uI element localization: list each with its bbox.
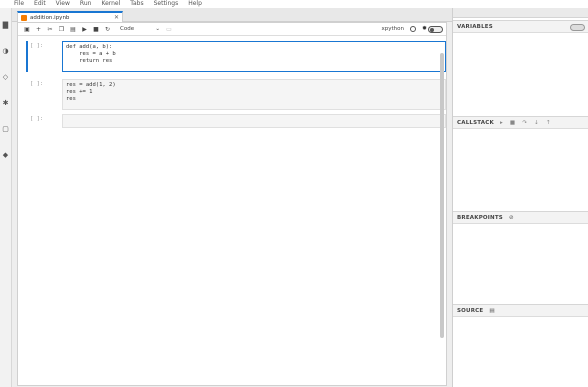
menu-run[interactable]: Run xyxy=(80,0,92,8)
remove-breakpoints-icon[interactable]: ⊘ xyxy=(509,215,514,221)
code-editor[interactable]: res = add(1, 2) res += 1 res xyxy=(62,79,446,110)
chevron-down-icon: ⌄ xyxy=(155,26,160,32)
close-icon[interactable]: ✕ xyxy=(114,14,119,21)
source-header: SOURCE ▤ xyxy=(453,305,588,317)
terminate-icon[interactable]: ■ xyxy=(510,120,515,126)
cell-type-select[interactable]: Code ⌄ xyxy=(118,25,162,34)
code-cell[interactable]: [ ]: res = add(1, 2) res += 1 res xyxy=(26,79,446,110)
breakpoints-header: BREAKPOINTS ⊘ xyxy=(453,212,588,224)
notebook-toolbar: ▣ + ✂ ❐ ▤ ▶ ■ ↻ Code ⌄ ▭ xpython ✹ xyxy=(18,23,446,36)
kernel-name[interactable]: xpython xyxy=(382,26,405,32)
add-cell-icon[interactable]: + xyxy=(34,24,44,34)
git-diff-icon[interactable]: ▭ xyxy=(164,24,174,34)
menu-edit[interactable]: Edit xyxy=(34,0,46,8)
scrollbar[interactable] xyxy=(440,53,444,338)
bug-icon[interactable]: ✹ xyxy=(422,25,427,32)
continue-icon[interactable]: ▸ xyxy=(500,120,503,126)
code-cell[interactable]: [ ]: def add(a, b): res = a + b return r… xyxy=(26,41,446,72)
active-cell-bar xyxy=(26,41,28,72)
step-out-icon[interactable]: ↑ xyxy=(546,120,551,126)
code-cell[interactable]: [ ]: xyxy=(26,114,446,128)
extension-icon[interactable]: ✱ xyxy=(1,98,10,107)
open-source-icon[interactable]: ▤ xyxy=(489,308,494,314)
menu-settings[interactable]: Settings xyxy=(154,0,179,8)
tabs-icon[interactable]: ▢ xyxy=(1,124,10,133)
toggle-knob xyxy=(430,28,434,32)
breakpoints-title: BREAKPOINTS xyxy=(457,214,503,221)
menubar: File Edit View Run Kernel Tabs Settings … xyxy=(0,0,588,8)
source-section: SOURCE ▤ xyxy=(453,304,588,387)
menu-kernel[interactable]: Kernel xyxy=(101,0,120,8)
code-editor[interactable] xyxy=(62,114,446,128)
breakpoints-section: BREAKPOINTS ⊘ xyxy=(453,211,588,303)
restart-icon[interactable]: ↻ xyxy=(103,24,113,34)
notebook-icon xyxy=(21,14,27,21)
menu-tabs[interactable]: Tabs xyxy=(130,0,143,8)
tab-title: addition.ipynb xyxy=(30,14,70,21)
notebook-panel: ▣ + ✂ ❐ ▤ ▶ ■ ↻ Code ⌄ ▭ xpython ✹ [ ]: … xyxy=(17,22,447,386)
main-area: addition.ipynb ✕ ▣ + ✂ ❐ ▤ ▶ ■ ↻ Code ⌄ … xyxy=(12,8,452,387)
cell-prompt: [ ]: xyxy=(30,81,44,87)
debugger-sidebar: VARIABLES CALLSTACK ▸ ■ ↷ ↓ ↑ BREAKPOINT… xyxy=(452,8,588,387)
cell-prompt: [ ]: xyxy=(30,116,44,122)
cell-prompt: [ ]: xyxy=(30,43,44,49)
folder-icon[interactable]: ▇ xyxy=(1,20,10,29)
debugger-toggle[interactable] xyxy=(428,26,443,33)
callstack-title: CALLSTACK xyxy=(457,119,494,126)
callstack-section: CALLSTACK ▸ ■ ↷ ↓ ↑ xyxy=(453,116,588,213)
variables-view-toggle[interactable] xyxy=(570,24,585,31)
paste-icon[interactable]: ▤ xyxy=(68,24,78,34)
callstack-header: CALLSTACK ▸ ■ ↷ ↓ ↑ xyxy=(453,117,588,129)
git-icon[interactable]: ◇ xyxy=(1,72,10,81)
cell-type-value: Code xyxy=(120,26,135,32)
menu-help[interactable]: Help xyxy=(188,0,202,8)
stop-icon[interactable]: ■ xyxy=(91,24,101,34)
step-in-icon[interactable]: ↓ xyxy=(534,120,539,126)
running-icon[interactable]: ◑ xyxy=(1,46,10,55)
copy-icon[interactable]: ❐ xyxy=(57,24,67,34)
run-icon[interactable]: ▶ xyxy=(80,24,90,34)
variables-header: VARIABLES xyxy=(453,21,588,33)
kernel-status-icon xyxy=(410,26,416,32)
menu-view[interactable]: View xyxy=(56,0,70,8)
variables-title: VARIABLES xyxy=(457,23,493,30)
cut-icon[interactable]: ✂ xyxy=(45,24,55,34)
tab-notebook[interactable]: addition.ipynb ✕ xyxy=(17,11,123,22)
save-icon[interactable]: ▣ xyxy=(22,24,32,34)
step-over-icon[interactable]: ↷ xyxy=(522,120,527,126)
left-activity-bar: ▇ ◑ ◇ ✱ ▢ ◆ xyxy=(0,8,12,387)
code-editor[interactable]: def add(a, b): res = a + b return res xyxy=(62,41,446,72)
puzzle-icon[interactable]: ◆ xyxy=(1,150,10,159)
variables-section: VARIABLES xyxy=(453,20,588,117)
sidebar-tab-strip xyxy=(453,8,588,18)
menu-file[interactable]: File xyxy=(14,0,24,8)
tab-bar: addition.ipynb ✕ xyxy=(12,8,452,22)
source-title: SOURCE xyxy=(457,307,484,314)
